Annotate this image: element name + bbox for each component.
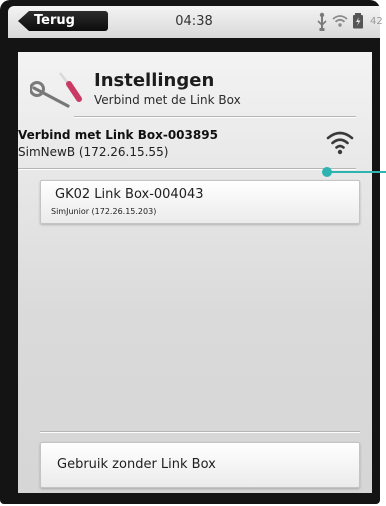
settings-header: Instellingen Verbind met de Link Box bbox=[18, 52, 372, 116]
device-detail: SimJunior (172.26.15.203) bbox=[51, 207, 157, 216]
usb-icon bbox=[317, 12, 327, 31]
settings-screen: Instellingen Verbind met de Link Box Ver… bbox=[18, 52, 372, 493]
device-list-item[interactable]: GK02 Link Box-004043 SimJunior (172.26.1… bbox=[40, 180, 360, 224]
page-title: Instellingen bbox=[94, 70, 215, 91]
status-bar: Terug 04:38 42 % bbox=[8, 6, 386, 38]
current-connection-name: Verbind met Link Box-003895 bbox=[18, 128, 218, 142]
use-without-link-box-label: Gebruik zonder Link Box bbox=[57, 457, 216, 472]
battery-icon bbox=[353, 13, 363, 29]
use-without-link-box-button[interactable]: Gebruik zonder Link Box bbox=[40, 442, 360, 488]
current-connection-detail: SimNewB (172.26.15.55) bbox=[18, 145, 169, 159]
current-connection: Verbind met Link Box-003895 SimNewB (172… bbox=[18, 124, 372, 170]
header-divider bbox=[74, 116, 356, 118]
battery-percentage: 42 % bbox=[370, 16, 386, 27]
footer-divider bbox=[40, 431, 360, 433]
wifi-icon bbox=[326, 131, 354, 155]
device-name: GK02 Link Box-004043 bbox=[55, 187, 204, 202]
callout-dot bbox=[322, 167, 332, 177]
callout-line bbox=[326, 171, 386, 173]
tools-icon bbox=[30, 72, 82, 108]
page-subtitle: Verbind met de Link Box bbox=[94, 93, 241, 107]
connection-divider bbox=[18, 168, 356, 170]
wifi-status-icon bbox=[332, 15, 348, 27]
